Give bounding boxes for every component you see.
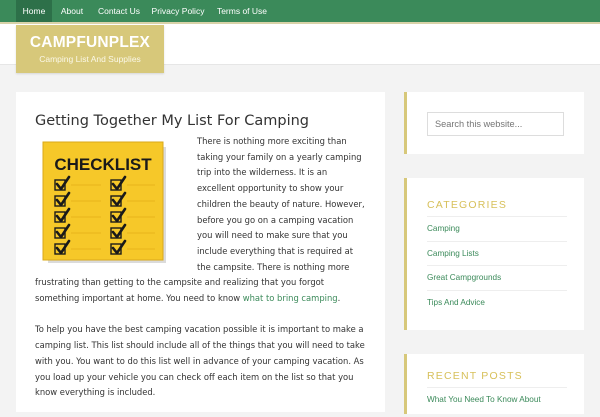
recent-post-item: What You Need To Know About <box>427 387 567 412</box>
post-body: CHECKLIST There is nothing more exciting… <box>35 134 365 417</box>
category-link-camping[interactable]: Camping <box>427 224 460 233</box>
nav-item-privacy[interactable]: Privacy Policy <box>150 0 206 22</box>
recent-posts-list: What You Need To Know About <box>427 387 567 412</box>
recent-posts-title: RECENT POSTS <box>427 370 523 382</box>
nav-item-about[interactable]: About <box>54 0 90 22</box>
category-item: Camping Lists <box>427 240 567 266</box>
category-item: Camping <box>427 216 567 241</box>
post-paragraph-2: To help you have the best camping vacati… <box>35 324 365 398</box>
search-input[interactable] <box>427 112 564 136</box>
main-content: Getting Together My List For Camping CHE… <box>16 92 385 412</box>
site-title: CAMPFUNPLEX <box>29 34 151 51</box>
checklist-illustration: CHECKLIST <box>42 141 169 266</box>
category-link-great-campgrounds[interactable]: Great Campgrounds <box>427 273 501 282</box>
nav-item-home[interactable]: Home <box>16 0 52 22</box>
post-paragraph-1-end: . <box>337 293 341 304</box>
post-title[interactable]: Getting Together My List For Camping <box>35 113 309 129</box>
nav-item-terms[interactable]: Terms of Use <box>212 0 272 22</box>
top-nav: Home About Contact Us Privacy Policy Ter… <box>0 0 600 22</box>
category-link-tips-and-advice[interactable]: Tips And Advice <box>427 298 485 307</box>
what-to-bring-link[interactable]: what to bring camping <box>243 293 338 303</box>
site-logo[interactable]: CAMPFUNPLEX Camping List And Supplies <box>16 25 164 73</box>
nav-item-contact[interactable]: Contact Us <box>94 0 144 22</box>
category-item: Tips And Advice <box>427 289 567 315</box>
category-link-camping-lists[interactable]: Camping Lists <box>427 249 479 258</box>
category-item: Great Campgrounds <box>427 265 567 290</box>
search-widget <box>404 92 584 154</box>
categories-list: Camping Camping Lists Great Campgrounds … <box>427 216 567 314</box>
site-tagline: Camping List And Supplies <box>39 54 141 64</box>
categories-title: CATEGORIES <box>427 199 508 211</box>
checklist-heading: CHECKLIST <box>54 155 152 174</box>
checklist-image: CHECKLIST <box>35 138 185 270</box>
recent-posts-widget: RECENT POSTS What You Need To Know About <box>404 354 584 414</box>
categories-widget: CATEGORIES Camping Camping Lists Great C… <box>404 178 584 330</box>
